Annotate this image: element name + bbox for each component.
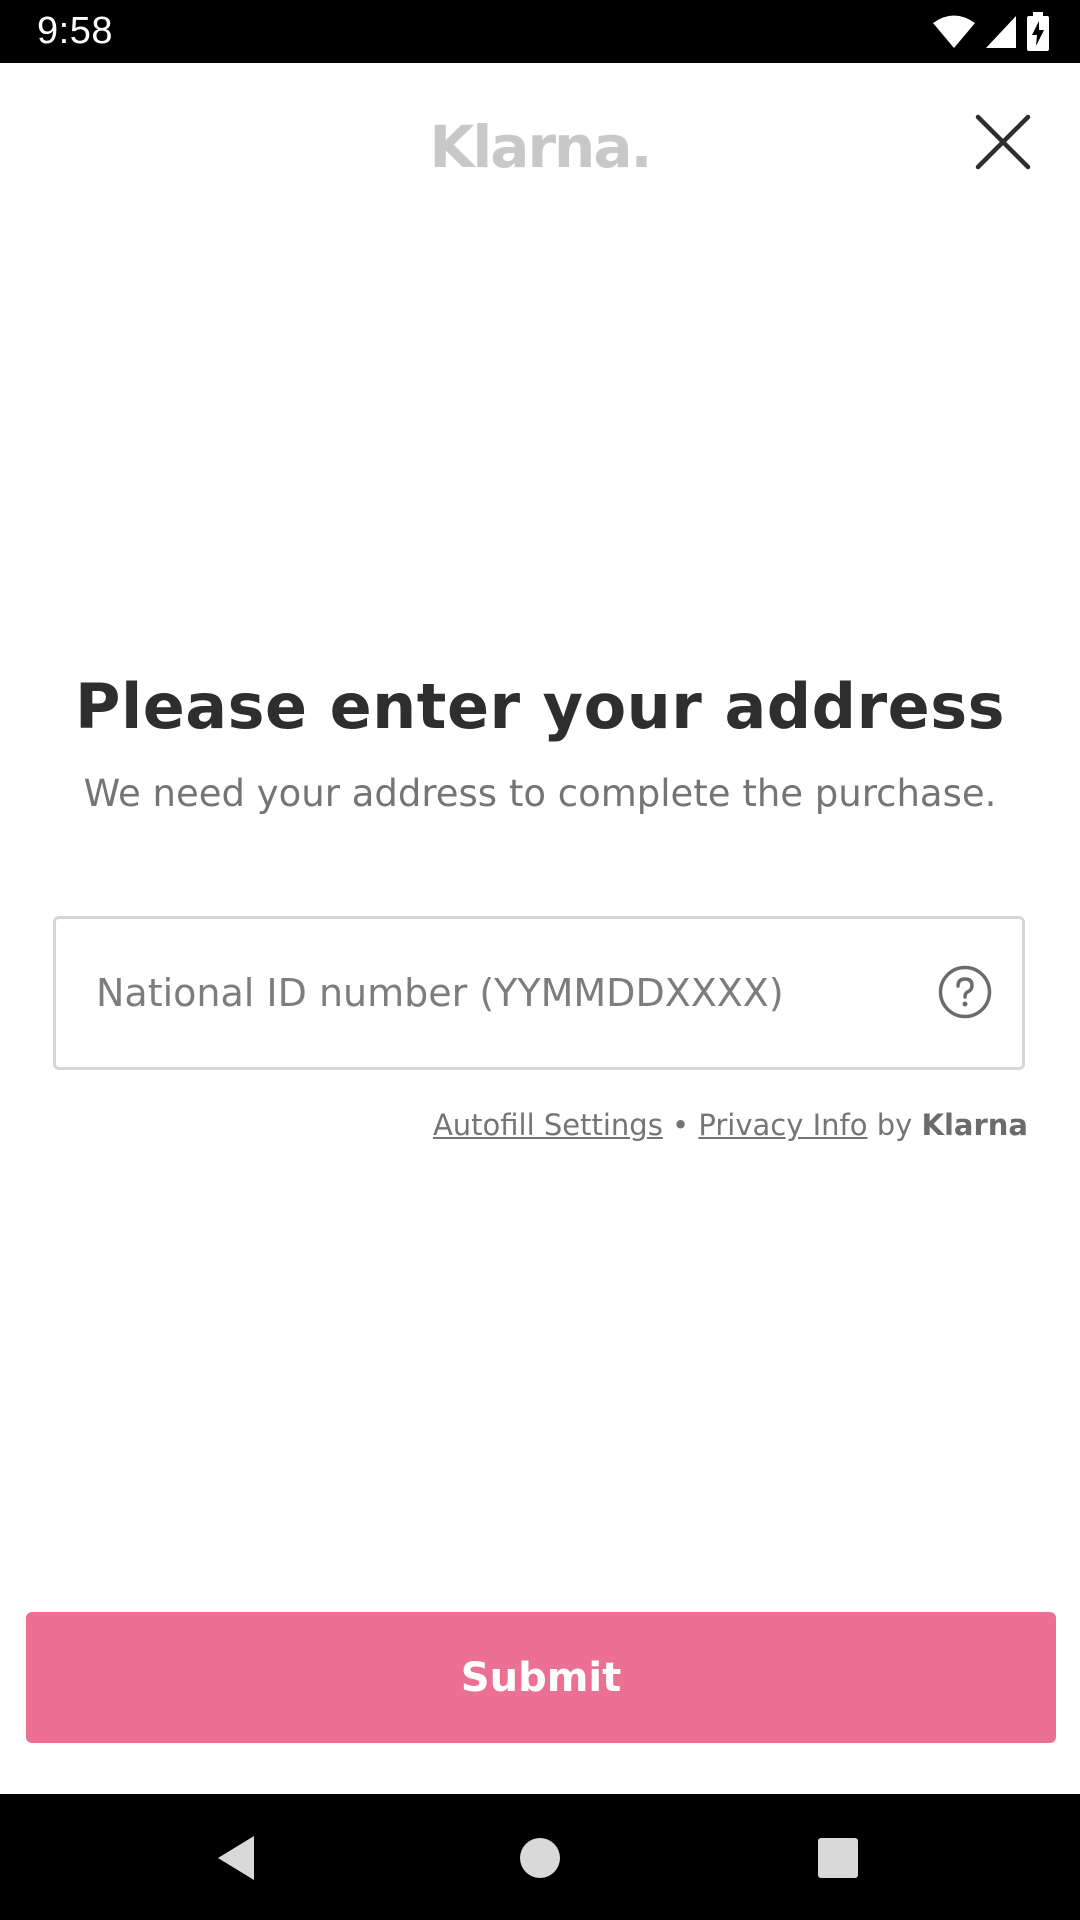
status-time: 9:58: [37, 10, 113, 52]
submit-button[interactable]: Submit: [26, 1612, 1056, 1743]
national-id-field[interactable]: [53, 916, 1025, 1070]
footer-brand: Klarna: [921, 1108, 1029, 1142]
close-button[interactable]: [972, 111, 1034, 173]
klarna-logo: Klarna.: [429, 113, 652, 181]
back-button[interactable]: [210, 1830, 266, 1886]
national-id-input[interactable]: [96, 919, 916, 1067]
screen: 9:58 Klarna. Please enter your address W…: [0, 0, 1080, 1920]
header: Klarna.: [0, 63, 1080, 223]
recents-icon: [818, 1838, 858, 1878]
footer-links: Autofill Settings • Privacy Info by Klar…: [433, 1108, 1028, 1142]
privacy-info-link[interactable]: Privacy Info: [698, 1108, 867, 1142]
status-icons: [932, 12, 1050, 52]
recents-button[interactable]: [810, 1830, 866, 1886]
navigation-bar: [0, 1794, 1080, 1920]
help-button[interactable]: [937, 964, 993, 1020]
footer-by-label: by: [876, 1108, 913, 1142]
page-subtitle: We need your address to complete the pur…: [83, 772, 997, 815]
home-icon: [520, 1838, 560, 1878]
footer-separator: •: [672, 1108, 690, 1142]
signal-icon: [984, 14, 1018, 50]
battery-charging-icon: [1026, 12, 1050, 52]
wifi-icon: [932, 14, 976, 50]
page-title: Please enter your address: [75, 670, 1005, 743]
back-icon: [218, 1836, 254, 1880]
home-button[interactable]: [512, 1830, 568, 1886]
status-bar: 9:58: [0, 0, 1080, 63]
autofill-settings-link[interactable]: Autofill Settings: [433, 1108, 663, 1142]
close-icon: [975, 114, 1031, 170]
question-circle-icon: [938, 965, 992, 1019]
